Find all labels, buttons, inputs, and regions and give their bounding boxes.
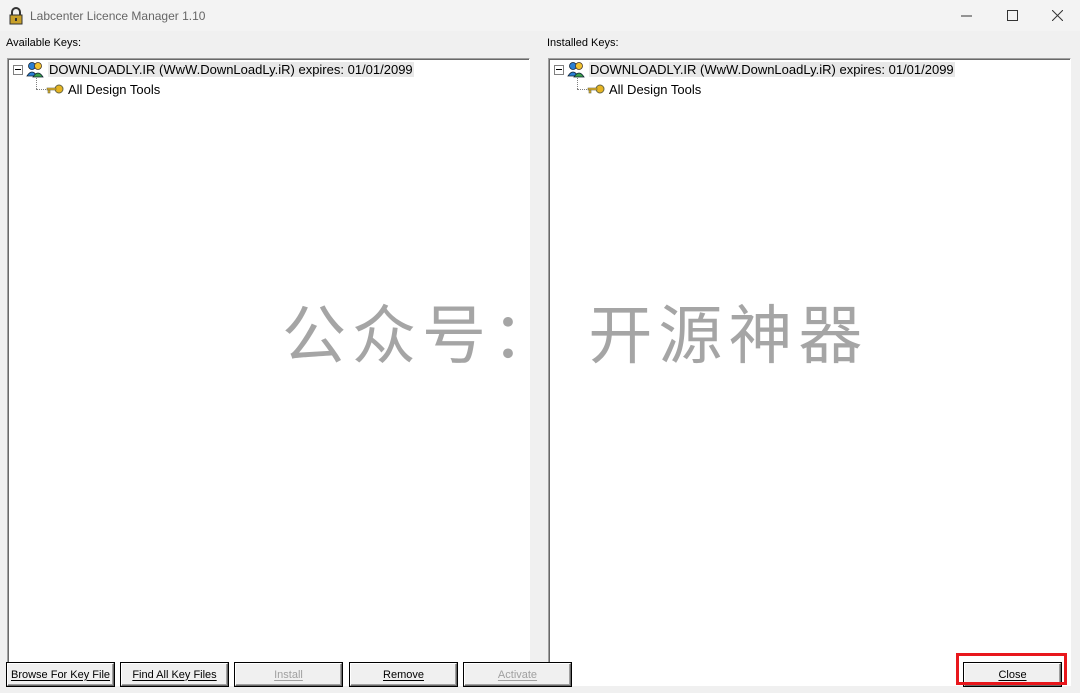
- find-button-label: Find All Key Files: [132, 668, 217, 681]
- maximize-button[interactable]: [989, 0, 1035, 31]
- minimize-button[interactable]: [943, 0, 989, 31]
- tree-child-item[interactable]: All Design Tools: [587, 79, 701, 99]
- tree-child-label: All Design Tools: [609, 81, 702, 97]
- close-window-button[interactable]: [1034, 0, 1080, 31]
- collapse-toggle[interactable]: [554, 65, 564, 75]
- remove-button-label: Remove: [383, 668, 424, 681]
- browse-button-label: Browse For Key File: [10, 668, 111, 681]
- tree-root-item[interactable]: DOWNLOADLY.IR (WwW.DownLoadLy.iR) expire…: [567, 59, 955, 79]
- install-button[interactable]: Install: [235, 663, 342, 686]
- highlight-box: [956, 653, 1067, 685]
- minimize-icon: [960, 15, 972, 17]
- user-key-icon: [26, 62, 44, 78]
- watermark-text: 公众号： 开源神器: [282, 300, 869, 374]
- browse-for-key-file-button[interactable]: Browse For Key File: [7, 663, 114, 686]
- available-keys-label: Available Keys:: [6, 37, 82, 49]
- find-all-key-files-button[interactable]: Find All Key Files: [121, 663, 228, 686]
- tree-connector: [577, 89, 587, 90]
- tree-root-label: DOWNLOADLY.IR (WwW.DownLoadLy.iR) expire…: [48, 61, 414, 77]
- maximize-icon: [1006, 10, 1018, 21]
- activate-button[interactable]: Activate: [464, 663, 571, 686]
- tree-root-label: DOWNLOADLY.IR (WwW.DownLoadLy.iR) expire…: [589, 61, 955, 77]
- tree-root-item[interactable]: DOWNLOADLY.IR (WwW.DownLoadLy.iR) expire…: [26, 59, 414, 79]
- title-bar: Labcenter Licence Manager 1.10: [0, 0, 1080, 31]
- install-button-label: Install: [274, 668, 303, 681]
- key-icon: [46, 84, 64, 94]
- padlock-icon: [9, 7, 23, 25]
- window-title: Labcenter Licence Manager 1.10: [30, 9, 206, 23]
- remove-button[interactable]: Remove: [350, 663, 457, 686]
- installed-keys-label: Installed Keys:: [547, 37, 619, 49]
- tree-child-label: All Design Tools: [68, 81, 161, 97]
- close-icon: [1051, 10, 1063, 21]
- user-key-icon: [567, 62, 585, 78]
- tree-connector: [36, 89, 46, 90]
- collapse-toggle[interactable]: [13, 65, 23, 75]
- tree-child-item[interactable]: All Design Tools: [46, 79, 160, 99]
- key-icon: [587, 84, 605, 94]
- activate-button-label: Activate: [497, 668, 538, 681]
